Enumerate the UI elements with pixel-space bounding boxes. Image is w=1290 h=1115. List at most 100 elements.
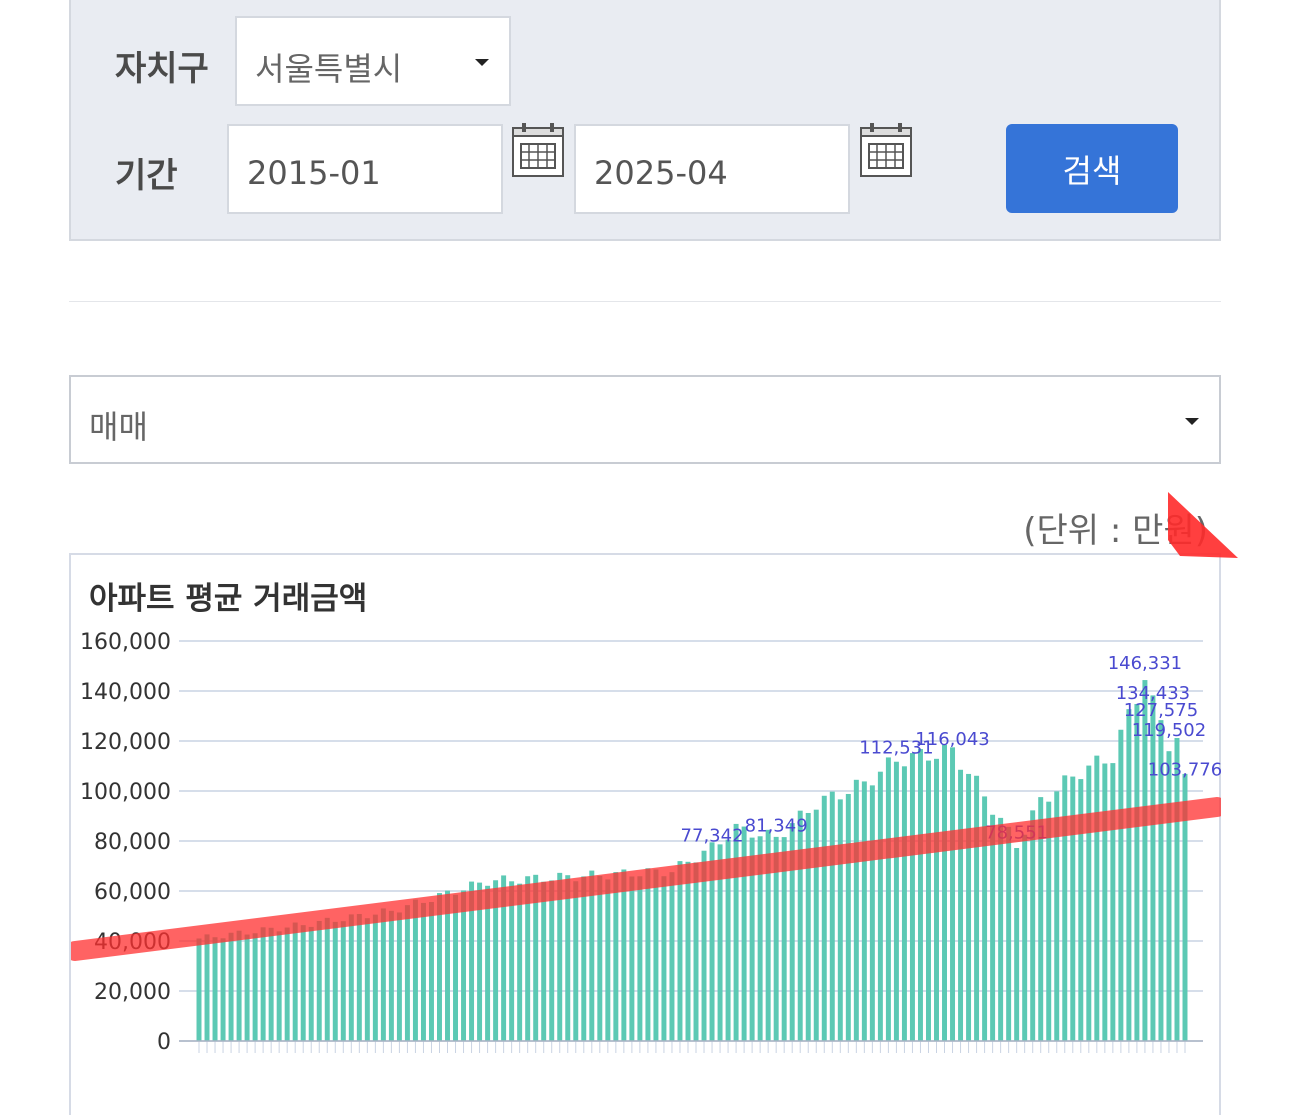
bar[interactable] bbox=[1022, 834, 1028, 1041]
trade-type-select[interactable]: 매매 bbox=[69, 375, 1221, 464]
bar[interactable] bbox=[1086, 765, 1092, 1041]
bar[interactable] bbox=[669, 872, 675, 1041]
end-date-input[interactable]: 2025-04 bbox=[574, 124, 850, 214]
bar[interactable] bbox=[212, 937, 218, 1041]
bar[interactable] bbox=[797, 810, 803, 1041]
bar[interactable] bbox=[268, 927, 274, 1041]
bar[interactable] bbox=[1014, 848, 1020, 1041]
bar[interactable] bbox=[661, 876, 667, 1041]
bar[interactable] bbox=[974, 775, 980, 1041]
bar[interactable] bbox=[380, 908, 386, 1041]
bar[interactable] bbox=[1118, 729, 1124, 1041]
bar[interactable] bbox=[461, 890, 467, 1041]
bar[interactable] bbox=[388, 910, 394, 1041]
bar[interactable] bbox=[877, 771, 883, 1041]
bar[interactable] bbox=[228, 932, 234, 1041]
bar[interactable] bbox=[316, 920, 322, 1041]
bar[interactable] bbox=[821, 795, 827, 1041]
district-select[interactable]: 서울특별시 bbox=[235, 16, 511, 106]
bar[interactable] bbox=[693, 862, 699, 1041]
bar[interactable] bbox=[942, 744, 947, 1041]
bar[interactable] bbox=[1094, 755, 1100, 1041]
bar[interactable] bbox=[934, 758, 939, 1041]
bar[interactable] bbox=[645, 868, 651, 1041]
bar[interactable] bbox=[998, 817, 1004, 1041]
bar[interactable] bbox=[244, 934, 250, 1041]
bar[interactable] bbox=[364, 918, 370, 1041]
search-button[interactable]: 검색 bbox=[1006, 124, 1178, 213]
bar[interactable] bbox=[252, 933, 258, 1041]
bar[interactable] bbox=[308, 926, 314, 1041]
bar[interactable] bbox=[885, 757, 891, 1041]
bar[interactable] bbox=[573, 881, 579, 1041]
bar[interactable] bbox=[845, 793, 851, 1041]
bar[interactable] bbox=[990, 814, 996, 1041]
bar[interactable] bbox=[236, 930, 242, 1041]
bar[interactable] bbox=[412, 899, 418, 1041]
bar[interactable] bbox=[549, 880, 555, 1041]
bar[interactable] bbox=[204, 934, 210, 1041]
bar[interactable] bbox=[629, 876, 635, 1041]
bar[interactable] bbox=[613, 872, 619, 1041]
bar[interactable] bbox=[597, 875, 603, 1041]
bar[interactable] bbox=[869, 785, 875, 1041]
bar[interactable] bbox=[813, 809, 819, 1041]
bar[interactable] bbox=[1006, 826, 1012, 1041]
bar[interactable] bbox=[925, 760, 931, 1041]
bar[interactable] bbox=[733, 823, 739, 1041]
bar[interactable] bbox=[260, 927, 266, 1041]
bar[interactable] bbox=[356, 914, 362, 1041]
bar[interactable] bbox=[372, 914, 378, 1041]
bar[interactable] bbox=[276, 931, 282, 1041]
bar[interactable] bbox=[1030, 810, 1036, 1041]
start-date-input[interactable]: 2015-01 bbox=[227, 124, 503, 214]
bar[interactable] bbox=[340, 921, 346, 1041]
bar[interactable] bbox=[1166, 751, 1172, 1041]
bar[interactable] bbox=[653, 869, 659, 1041]
bar[interactable] bbox=[565, 875, 571, 1041]
bar[interactable] bbox=[861, 781, 867, 1041]
bar[interactable] bbox=[685, 861, 691, 1041]
bar[interactable] bbox=[1126, 709, 1132, 1041]
bar[interactable] bbox=[404, 905, 410, 1041]
bar[interactable] bbox=[637, 876, 643, 1041]
bar[interactable] bbox=[453, 894, 459, 1041]
bar[interactable] bbox=[677, 861, 683, 1041]
bar[interactable] bbox=[292, 922, 298, 1041]
bar[interactable] bbox=[621, 869, 627, 1041]
end-calendar-icon[interactable] bbox=[859, 122, 913, 178]
bar[interactable] bbox=[196, 938, 202, 1042]
bar[interactable] bbox=[220, 938, 226, 1041]
bar[interactable] bbox=[324, 917, 330, 1041]
bar[interactable] bbox=[332, 921, 338, 1041]
bar[interactable] bbox=[348, 914, 354, 1041]
bar[interactable] bbox=[901, 766, 907, 1041]
bar[interactable] bbox=[958, 769, 964, 1041]
bar[interactable] bbox=[829, 791, 835, 1041]
bar[interactable] bbox=[605, 879, 611, 1041]
bar[interactable] bbox=[1062, 775, 1068, 1041]
bar[interactable] bbox=[909, 753, 915, 1041]
bar[interactable] bbox=[805, 812, 811, 1041]
bar[interactable] bbox=[589, 870, 595, 1041]
bar[interactable] bbox=[517, 883, 523, 1041]
bar[interactable] bbox=[428, 902, 434, 1041]
bar[interactable] bbox=[853, 779, 859, 1041]
bar[interactable] bbox=[1150, 695, 1156, 1041]
bar[interactable] bbox=[1102, 763, 1108, 1041]
bar[interactable] bbox=[396, 912, 402, 1041]
bar[interactable] bbox=[420, 902, 426, 1041]
bar[interactable] bbox=[581, 876, 587, 1041]
bar[interactable] bbox=[1110, 763, 1116, 1041]
bar[interactable] bbox=[893, 761, 899, 1041]
bar[interactable] bbox=[917, 749, 923, 1041]
bar[interactable] bbox=[541, 881, 547, 1041]
bar[interactable] bbox=[284, 927, 290, 1041]
bar[interactable] bbox=[1134, 703, 1140, 1041]
bar[interactable] bbox=[837, 799, 843, 1041]
bar[interactable] bbox=[966, 773, 972, 1041]
bar[interactable] bbox=[1174, 738, 1180, 1041]
bar[interactable] bbox=[950, 747, 956, 1041]
bar[interactable] bbox=[300, 925, 306, 1041]
start-calendar-icon[interactable] bbox=[511, 122, 565, 178]
